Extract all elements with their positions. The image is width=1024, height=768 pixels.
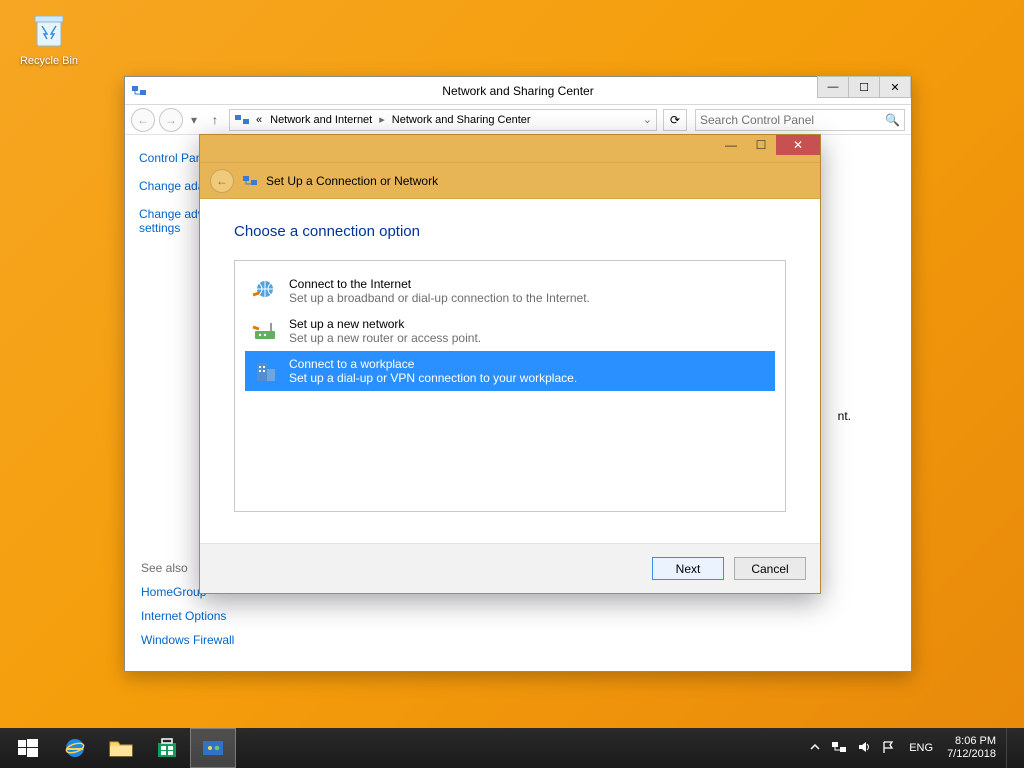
wizard-icon	[242, 173, 258, 189]
wizard-maximize-button[interactable]: ☐	[746, 135, 776, 155]
option-connect-workplace[interactable]: Connect to a workplace Set up a dial-up …	[245, 351, 775, 391]
flag-icon	[881, 740, 895, 754]
tray-time: 8:06 PM	[947, 735, 996, 748]
taskbar: ENG 8:06 PM 7/12/2018	[0, 728, 1024, 768]
address-bar-dropdown[interactable]: ⌄	[643, 113, 652, 126]
see-also-internet-options[interactable]: Internet Options	[141, 609, 327, 623]
see-also-firewall[interactable]: Windows Firewall	[141, 633, 327, 647]
tray-volume[interactable]	[857, 740, 871, 757]
desktop-icon-recycle-bin[interactable]: Recycle Bin	[14, 8, 84, 67]
wizard-option-list: Connect to the Internet Set up a broadba…	[234, 260, 786, 512]
taskbar-ie[interactable]	[52, 728, 98, 768]
option-title: Connect to a workplace	[289, 357, 577, 371]
chevron-up-icon	[809, 741, 821, 753]
tray-overflow-button[interactable]	[809, 741, 821, 756]
nav-recent-dropdown[interactable]: ▾	[187, 109, 201, 131]
option-title: Set up a new network	[289, 317, 481, 331]
cp-title: Network and Sharing Center	[125, 84, 911, 98]
breadcrumb-prefix[interactable]: «	[254, 113, 264, 127]
globe-icon	[251, 277, 279, 305]
breadcrumb-network-internet[interactable]: Network and Internet	[268, 113, 374, 127]
wizard-title: Set Up a Connection or Network	[266, 174, 438, 188]
setup-connection-wizard: — ☐ ✕ ← Set Up a Connection or Network C…	[199, 134, 821, 594]
desktop-icon-label: Recycle Bin	[14, 55, 84, 67]
option-subtitle: Set up a dial-up or VPN connection to yo…	[289, 371, 577, 385]
cp-titlebar[interactable]: Network and Sharing Center — ☐ ✕	[125, 77, 911, 105]
system-tray: ENG 8:06 PM 7/12/2018	[809, 728, 1020, 768]
nav-up-button[interactable]: ↑	[205, 109, 225, 131]
address-bar-icon	[234, 112, 250, 128]
wizard-titlebar[interactable]: — ☐ ✕	[200, 135, 820, 163]
search-input[interactable]	[700, 113, 900, 127]
tray-network[interactable]	[831, 740, 847, 757]
taskbar-control-panel[interactable]	[190, 728, 236, 768]
recycle-bin-icon	[28, 8, 70, 50]
wizard-back-button[interactable]: ←	[210, 169, 234, 193]
search-box[interactable]: 🔍	[695, 109, 905, 131]
tray-clock[interactable]: 8:06 PM 7/12/2018	[947, 735, 996, 761]
start-button[interactable]	[4, 728, 52, 768]
option-subtitle: Set up a broadband or dial-up connection…	[289, 291, 590, 305]
option-subtitle: Set up a new router or access point.	[289, 331, 481, 345]
network-center-icon	[131, 83, 147, 99]
tray-action-center[interactable]	[881, 740, 895, 757]
wizard-minimize-button[interactable]: —	[716, 135, 746, 155]
control-panel-icon	[201, 738, 225, 758]
router-icon	[251, 317, 279, 345]
tray-date: 7/12/2018	[947, 748, 996, 761]
tray-language[interactable]: ENG	[905, 742, 937, 754]
folder-icon	[109, 738, 133, 758]
building-icon	[251, 357, 279, 385]
breadcrumb-separator: ▸	[378, 113, 386, 126]
speaker-icon	[857, 740, 871, 754]
cp-minimize-button[interactable]: —	[817, 76, 849, 98]
cancel-button[interactable]: Cancel	[734, 557, 806, 580]
ie-icon	[63, 736, 87, 760]
windows-logo-icon	[18, 738, 38, 758]
wizard-header: ← Set Up a Connection or Network	[200, 163, 820, 199]
breadcrumb-network-sharing[interactable]: Network and Sharing Center	[390, 113, 533, 127]
next-button[interactable]: Next	[652, 557, 724, 580]
wizard-heading: Choose a connection option	[234, 223, 786, 240]
nav-back-button[interactable]: ←	[131, 108, 155, 132]
refresh-button[interactable]: ⟳	[663, 109, 687, 131]
store-icon	[156, 737, 178, 759]
wizard-body: Choose a connection option Connect to th…	[200, 199, 820, 543]
show-desktop-button[interactable]	[1006, 728, 1014, 768]
option-title: Connect to the Internet	[289, 277, 590, 291]
cp-address-row: ← → ▾ ↑ « Network and Internet ▸ Network…	[125, 105, 911, 135]
cp-close-button[interactable]: ✕	[879, 76, 911, 98]
cp-maximize-button[interactable]: ☐	[848, 76, 880, 98]
option-setup-new-network[interactable]: Set up a new network Set up a new router…	[245, 311, 775, 351]
nav-forward-button[interactable]: →	[159, 108, 183, 132]
taskbar-explorer[interactable]	[98, 728, 144, 768]
option-connect-internet[interactable]: Connect to the Internet Set up a broadba…	[245, 271, 775, 311]
stray-text-fragment: nt.	[838, 409, 851, 423]
wizard-footer: Next Cancel	[200, 543, 820, 593]
search-icon: 🔍	[885, 113, 900, 127]
taskbar-store[interactable]	[144, 728, 190, 768]
network-icon	[831, 740, 847, 754]
address-bar[interactable]: « Network and Internet ▸ Network and Sha…	[229, 109, 657, 131]
wizard-close-button[interactable]: ✕	[776, 135, 820, 155]
